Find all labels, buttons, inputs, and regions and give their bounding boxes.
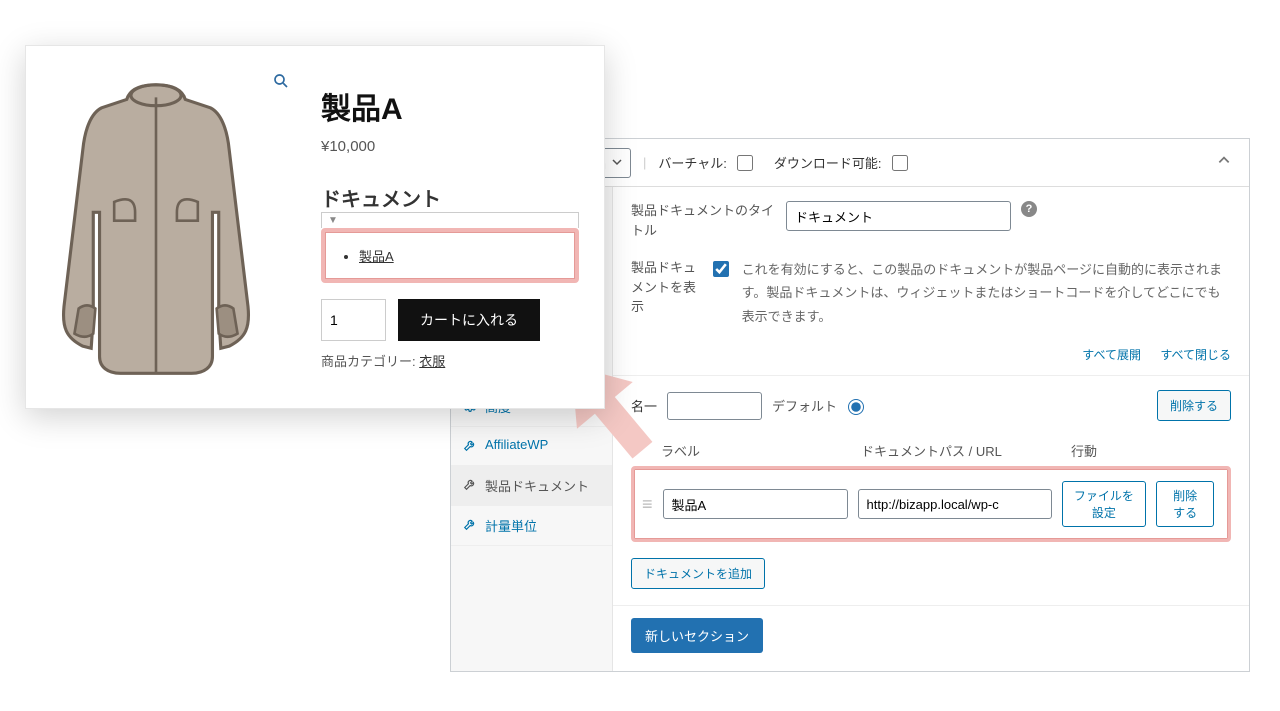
category-link[interactable]: 衣服 [419,354,445,369]
magnifier-icon[interactable] [272,72,290,93]
show-docs-label: 製品ドキュメントを表示 [631,258,699,317]
doc-title-input[interactable] [786,201,1011,231]
document-row-highlighted: ≡ ファイルを設定 削除する [631,466,1231,542]
section-name-label: 名一 [631,396,657,415]
new-section-button[interactable]: 新しいセクション [631,618,763,653]
default-label: デフォルト [772,396,837,415]
sidebar-item-affiliatewp[interactable]: AffiliateWP [451,427,612,466]
product-price: ¥10,000 [321,138,579,155]
collapse-icon[interactable] [1217,153,1231,170]
product-image-wrap [41,66,296,383]
virtual-checkbox-wrap[interactable]: バーチャル: [658,152,755,174]
show-docs-checkbox[interactable] [713,261,729,277]
default-radio[interactable] [848,399,864,415]
product-image [41,66,271,380]
sidebar-label: 計量単位 [485,516,537,535]
drag-handle-icon[interactable]: ≡ [642,500,653,509]
section-toggle[interactable]: ▼ [321,212,579,228]
documents-heading: ドキュメント [321,183,579,212]
product-documents-pane: 製品ドキュメントのタイトル ? 製品ドキュメントを表示 これを有効にすると、この… [613,187,1249,671]
collapse-all-link[interactable]: すべて閉じる [1160,348,1231,362]
category-label: 商品カテゴリー: [321,354,419,369]
product-meta: 商品カテゴリー: 衣服 [321,351,579,370]
wrench-icon [463,517,477,534]
col-label: ラベル [661,441,861,460]
add-document-button[interactable]: ドキュメントを追加 [631,558,765,589]
section-name-input[interactable] [667,392,762,420]
expand-all-link[interactable]: すべて展開 [1082,348,1141,362]
downloadable-checkbox[interactable] [892,155,908,171]
sidebar-item-product-documents[interactable]: 製品ドキュメント [451,466,612,506]
document-link[interactable]: 製品A [359,249,394,264]
show-docs-desc: これを有効にすると、この製品のドキュメントが製品ページに自動的に表示されます。製… [742,258,1231,328]
sidebar-label: AffiliateWP [485,437,548,452]
doc-path-input[interactable] [858,489,1052,519]
virtual-checkbox[interactable] [737,155,753,171]
sidebar-item-measurement[interactable]: 計量単位 [451,506,612,546]
product-title: 製品A [321,84,579,128]
doc-label-input[interactable] [663,489,848,519]
wrench-icon [463,477,477,494]
sidebar-label: 製品ドキュメント [485,476,589,495]
documents-table-head: ラベル ドキュメントパス / URL 行動 [631,435,1231,466]
documents-list-highlighted: 製品A [321,228,579,283]
frontend-product-card: 製品A ¥10,000 ドキュメント ▼ 製品A カートに入れる 商品カテゴリー… [25,45,605,409]
wrench-icon [463,438,477,455]
quantity-input[interactable] [321,299,386,341]
delete-section-button[interactable]: 削除する [1157,390,1231,421]
col-path: ドキュメントパス / URL [861,441,1071,460]
col-action: 行動 [1071,441,1097,460]
doc-title-label: 製品ドキュメントのタイトル [631,201,776,240]
downloadable-label: ダウンロード可能: [774,153,882,172]
product-info: 製品A ¥10,000 ドキュメント ▼ 製品A カートに入れる 商品カテゴリー… [321,66,579,383]
help-icon[interactable]: ? [1021,201,1037,217]
delete-row-button[interactable]: 削除する [1156,481,1214,527]
virtual-label: バーチャル: [658,153,726,172]
document-link-item: 製品A [359,246,561,265]
set-file-button[interactable]: ファイルを設定 [1062,481,1147,527]
add-to-cart-button[interactable]: カートに入れる [398,299,540,341]
downloadable-checkbox-wrap[interactable]: ダウンロード可能: [774,152,911,174]
